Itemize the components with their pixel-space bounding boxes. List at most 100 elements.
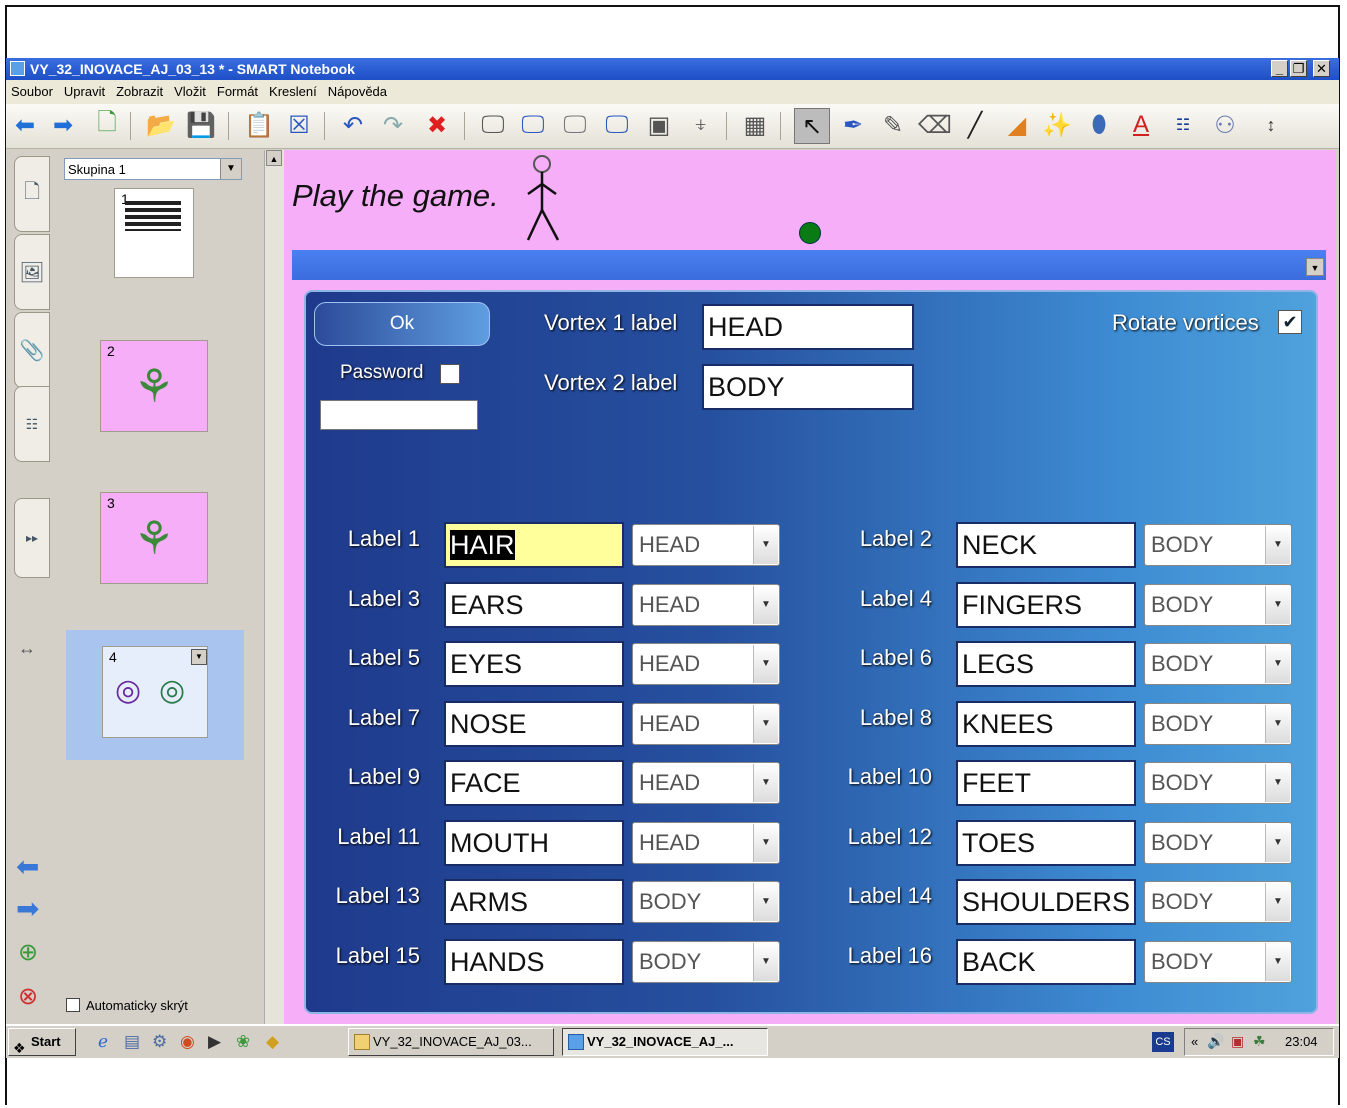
page-thumbnail-4[interactable]: 4 ◎ ◎ ▼ bbox=[102, 646, 208, 738]
gear-flower-icon[interactable]: ❀ bbox=[236, 1032, 250, 1052]
open-folder-icon[interactable]: 📂 bbox=[146, 110, 176, 140]
widget-header-bar[interactable]: ▼ bbox=[292, 250, 1326, 280]
chevron-down-icon[interactable]: ▼ bbox=[753, 824, 778, 862]
label-16-field[interactable]: BACK bbox=[956, 939, 1136, 985]
minimize-button[interactable]: _ bbox=[1271, 60, 1288, 77]
chevron-down-icon[interactable]: ▼ bbox=[753, 645, 778, 683]
label-11-vortex-select[interactable]: HEAD ▼ bbox=[632, 822, 780, 864]
label-15-vortex-select[interactable]: BODY ▼ bbox=[632, 941, 780, 983]
settings-icon[interactable]: ⚙ bbox=[152, 1032, 167, 1052]
vortex1-field[interactable]: HEAD bbox=[702, 304, 914, 350]
label-6-field[interactable]: LEGS bbox=[956, 641, 1136, 687]
taskbar-item-notebook[interactable]: VY_32_INOVACE_AJ_... bbox=[562, 1028, 768, 1056]
password-input[interactable] bbox=[320, 400, 478, 430]
display-icon[interactable]: 🖵 bbox=[560, 110, 590, 140]
projector-icon[interactable]: 🖵 bbox=[602, 110, 632, 140]
label-2-field[interactable]: NECK bbox=[956, 522, 1136, 568]
page-title[interactable]: Play the game. bbox=[292, 178, 499, 214]
group-select[interactable]: Skupina 1 ▼ bbox=[64, 158, 242, 180]
start-button[interactable]: ❖ Start bbox=[8, 1028, 76, 1056]
chevron-down-icon[interactable]: ▼ bbox=[1265, 645, 1290, 683]
chevron-down-icon[interactable]: ▼ bbox=[1265, 824, 1290, 862]
forward-arrow-icon[interactable]: ➡ bbox=[48, 110, 78, 140]
taskbar-item-folder[interactable]: VY_32_INOVACE_AJ_03... bbox=[348, 1028, 554, 1056]
menu-soubor[interactable]: Soubor bbox=[6, 80, 59, 99]
resize-arrows-icon[interactable]: ↔ bbox=[18, 638, 36, 659]
paste-icon[interactable]: 📋 bbox=[244, 110, 274, 140]
chevron-down-icon[interactable]: ▼ bbox=[753, 705, 778, 743]
security-icon[interactable]: ☘ bbox=[1253, 1033, 1266, 1050]
menu-format[interactable]: Formát bbox=[212, 80, 264, 99]
tag-icon[interactable]: ◆ bbox=[266, 1032, 279, 1052]
chevron-down-icon[interactable]: ▼ bbox=[753, 764, 778, 802]
label-2-vortex-select[interactable]: BODY ▼ bbox=[1144, 524, 1292, 566]
previous-page-icon[interactable]: ⬅ bbox=[16, 850, 39, 883]
label-15-field[interactable]: HANDS bbox=[444, 939, 624, 985]
save-icon[interactable]: 💾 bbox=[186, 110, 216, 140]
delete-page-icon[interactable]: ⊗ bbox=[18, 982, 38, 1011]
shapes-icon[interactable]: ◢ bbox=[1002, 110, 1032, 140]
page-canvas[interactable]: Play the game. ▼ Ok Password Vortex 1 la… bbox=[284, 150, 1336, 1026]
rotation-handle[interactable] bbox=[799, 222, 821, 244]
label-5-field[interactable]: EYES bbox=[444, 641, 624, 687]
pen-icon[interactable]: ✒ bbox=[838, 110, 868, 140]
addons-tab-icon[interactable]: ▸▸ bbox=[14, 498, 50, 578]
sorter-scrollbar[interactable]: ▲ ▼ bbox=[264, 150, 284, 1056]
tray-expand-chevron[interactable]: « bbox=[1191, 1034, 1198, 1049]
creative-pen-icon[interactable]: ✎ bbox=[878, 110, 908, 140]
line-icon[interactable]: ╱ bbox=[960, 110, 990, 140]
text-icon[interactable]: A bbox=[1126, 110, 1156, 140]
page-thumbnail-3[interactable]: 3 ⚘ bbox=[100, 492, 208, 584]
chevron-down-icon[interactable]: ▼ bbox=[753, 883, 778, 921]
label-3-vortex-select[interactable]: HEAD ▼ bbox=[632, 584, 780, 626]
ok-button[interactable]: Ok bbox=[314, 302, 490, 346]
properties-icon[interactable]: ☷ bbox=[1168, 110, 1198, 140]
chevron-down-icon[interactable]: ▼ bbox=[1265, 764, 1290, 802]
label-6-vortex-select[interactable]: BODY ▼ bbox=[1144, 643, 1292, 685]
back-arrow-icon[interactable]: ⬅ bbox=[10, 110, 40, 140]
autohide-checkbox[interactable] bbox=[66, 998, 80, 1012]
undo-icon[interactable]: ↶ bbox=[338, 110, 368, 140]
chevron-down-icon[interactable]: ▼ bbox=[753, 526, 778, 564]
rotate-vortices-checkbox[interactable]: ✔ bbox=[1278, 310, 1302, 334]
chevron-down-icon[interactable]: ▼ bbox=[1265, 943, 1290, 981]
page-thumbnail-1[interactable]: 1 bbox=[114, 188, 194, 278]
fill-icon[interactable]: ⬮ bbox=[1084, 110, 1114, 140]
menu-kresleni[interactable]: Kreslení bbox=[264, 80, 323, 99]
select-pointer-icon[interactable]: ↖ bbox=[794, 108, 830, 144]
add-page-icon[interactable]: 🗋 bbox=[92, 109, 122, 140]
label-3-field[interactable]: EARS bbox=[444, 582, 624, 628]
label-12-vortex-select[interactable]: BODY ▼ bbox=[1144, 822, 1292, 864]
label-10-field[interactable]: FEET bbox=[956, 760, 1136, 806]
label-10-vortex-select[interactable]: BODY ▼ bbox=[1144, 762, 1292, 804]
capture-icon[interactable]: ▣ bbox=[644, 110, 674, 140]
label-1-field[interactable]: HAIR bbox=[444, 522, 624, 568]
page-sorter-tab-icon[interactable]: 🗋 bbox=[14, 156, 50, 232]
label-7-field[interactable]: NOSE bbox=[444, 701, 624, 747]
chevron-down-icon[interactable]: ▼ bbox=[1265, 705, 1290, 743]
menu-napoveda[interactable]: Nápověda bbox=[323, 80, 393, 99]
label-9-vortex-select[interactable]: HEAD ▼ bbox=[632, 762, 780, 804]
label-4-vortex-select[interactable]: BODY ▼ bbox=[1144, 584, 1292, 626]
chevron-down-icon[interactable]: ▼ bbox=[191, 649, 207, 665]
chevron-down-icon[interactable]: ▼ bbox=[1265, 883, 1290, 921]
label-14-vortex-select[interactable]: BODY ▼ bbox=[1144, 881, 1292, 923]
table-icon[interactable]: ▦ bbox=[740, 110, 770, 140]
clock[interactable]: 23:04 bbox=[1285, 1034, 1318, 1049]
label-1-vortex-select[interactable]: HEAD ▼ bbox=[632, 524, 780, 566]
recognition-icon[interactable]: ⚇ bbox=[1210, 110, 1240, 140]
password-checkbox[interactable] bbox=[440, 364, 460, 384]
delete-box-icon[interactable]: ☒ bbox=[284, 110, 314, 140]
next-page-icon[interactable]: ➡ bbox=[16, 892, 39, 925]
autohide-toggle[interactable]: Automaticky skrýt bbox=[66, 998, 188, 1013]
chevron-down-icon[interactable]: ▼ bbox=[1265, 526, 1290, 564]
label-8-field[interactable]: KNEES bbox=[956, 701, 1136, 747]
scroll-up-icon[interactable]: ▲ bbox=[266, 150, 282, 166]
menu-zobrazit[interactable]: Zobrazit bbox=[111, 80, 169, 99]
redo-icon[interactable]: ↷ bbox=[378, 110, 408, 140]
chevron-down-icon[interactable]: ▼ bbox=[753, 943, 778, 981]
attachments-tab-icon[interactable]: 📎 bbox=[14, 312, 50, 388]
menu-vlozit[interactable]: Vložit bbox=[169, 80, 212, 99]
maximize-button[interactable]: ❐ bbox=[1290, 60, 1307, 77]
label-12-field[interactable]: TOES bbox=[956, 820, 1136, 866]
